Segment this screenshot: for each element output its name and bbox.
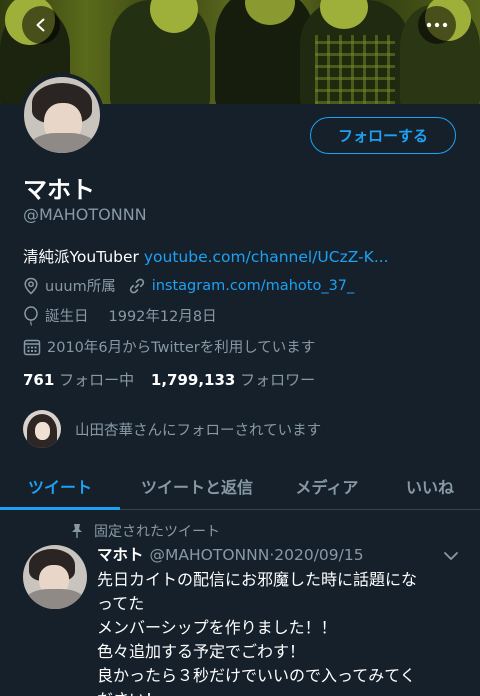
tweet-text[interactable]: 先日カイトの配信にお邪魔した時に話題にな ってた メンバーシップを作りました！！…	[97, 568, 467, 696]
tab-media[interactable]: メディア	[274, 462, 380, 510]
tweet-line: ってた	[97, 594, 145, 613]
followers-label: フォロワー	[240, 371, 316, 389]
calendar-icon	[23, 339, 41, 355]
profile-location: uuum所属	[45, 279, 116, 295]
profile-bio: 清純派YouTuber youtube.com/channel/UCzZ-K..…	[23, 245, 389, 267]
tweet-header: マホト @MAHOTONNN·2020/09/15	[97, 543, 364, 565]
pin-icon	[72, 524, 82, 538]
active-tab-indicator	[0, 507, 120, 510]
profile-meta-row: uuum所属 instagram.com/mahoto_37_	[23, 275, 354, 296]
birthday-value: 1992年12月8日	[108, 309, 217, 325]
tweet-line: 良かったら３秒だけでいいので入ってみてく	[97, 666, 416, 685]
profile-page: フォローする マホト @MAHOTONNN 清純派YouTuber youtub…	[0, 0, 480, 696]
followers-stat[interactable]: 1,799,133 フォロワー	[151, 371, 315, 389]
profile-birthday-row: 誕生日 1992年12月8日	[23, 305, 217, 326]
pinned-tweet-label: 固定されたツイート	[70, 521, 220, 541]
more-options-button[interactable]	[418, 6, 456, 44]
following-label: フォロー中	[59, 371, 135, 389]
more-horizontal-icon	[426, 22, 448, 28]
following-stat[interactable]: 761 フォロー中	[23, 371, 134, 389]
profile-joined: 2010年6月からTwitterを利用しています	[47, 340, 316, 356]
back-button[interactable]	[22, 6, 60, 44]
tab-likes[interactable]: いいね	[380, 462, 480, 510]
chevron-down-icon	[444, 552, 458, 560]
followed-by-text: 山田杏華さんにフォローされています	[75, 422, 322, 439]
tweet-line: ださい！	[97, 688, 467, 696]
follower-avatar	[23, 410, 61, 448]
follow-button[interactable]: フォローする	[310, 117, 456, 154]
tweet-line: メンバーシップを作りました！！	[97, 618, 337, 637]
link-icon	[129, 278, 144, 293]
tab-tweets-and-replies[interactable]: ツイートと返信	[120, 462, 274, 510]
profile-joined-row: 2010年6月からTwitterを利用しています	[23, 336, 315, 357]
tweet-author-name[interactable]: マホト	[97, 546, 144, 564]
tweet-menu-button[interactable]	[443, 547, 459, 566]
chevron-left-icon	[36, 18, 45, 32]
location-pin-icon	[24, 277, 38, 295]
profile-avatar[interactable]	[20, 73, 104, 157]
followed-by-row[interactable]: 山田杏華さんにフォローされています	[23, 410, 321, 448]
balloon-icon	[24, 305, 38, 326]
tweet-line: 色々追加する予定でごわす！	[97, 642, 306, 661]
pinned-text: 固定されたツイート	[94, 524, 220, 540]
tweet-avatar[interactable]	[23, 545, 87, 609]
birthday-label: 誕生日	[45, 309, 89, 325]
tweet-date[interactable]: 2020/09/15	[274, 546, 363, 564]
profile-website-link[interactable]: instagram.com/mahoto_37_	[152, 278, 355, 294]
tweet-author-handle: @MAHOTONNN	[149, 546, 270, 564]
followers-count: 1,799,133	[150, 371, 236, 389]
bio-youtube-link[interactable]: youtube.com/channel/UCzZ-K...	[144, 248, 389, 266]
profile-name: マホト	[23, 176, 95, 204]
bio-text: 清純派YouTuber	[23, 248, 144, 266]
profile-stats: 761 フォロー中 1,799,133 フォロワー	[23, 369, 315, 390]
tweet-line: 先日カイトの配信にお邪魔した時に話題にな	[97, 570, 418, 589]
tab-tweets[interactable]: ツイート	[0, 462, 120, 510]
following-count: 761	[23, 371, 55, 389]
profile-tabs: ツイート ツイートと返信 メディア いいね	[0, 462, 480, 510]
profile-handle: @MAHOTONNN	[23, 205, 147, 224]
